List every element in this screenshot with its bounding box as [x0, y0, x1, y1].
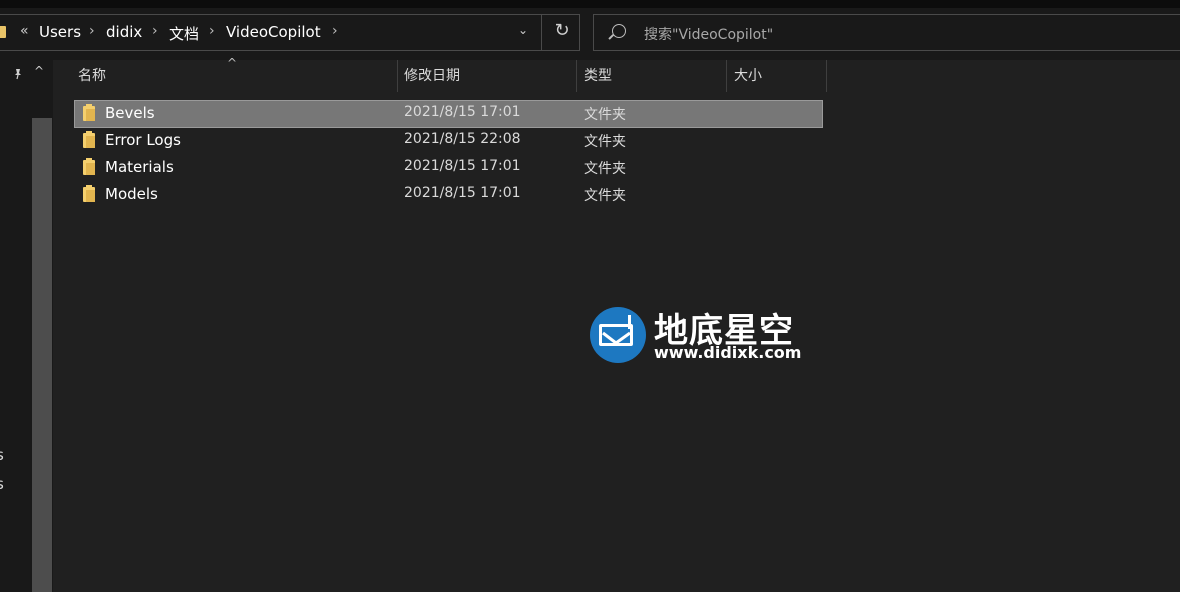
folder-icon [83, 158, 95, 175]
address-bar[interactable]: « Users › didix › 文档 › VideoCopilot › ⌄ … [0, 14, 580, 51]
search-icon [612, 24, 626, 38]
watermark: 地底星空 www.didixk.com [590, 305, 810, 365]
pin-icon[interactable] [12, 68, 24, 83]
file-row-bevels[interactable]: Bevels 2021/8/15 17:01 文件夹 [74, 100, 823, 128]
search-input[interactable]: 搜索"VideoCopilot" [644, 24, 773, 44]
refresh-icon[interactable]: ↻ [550, 20, 574, 41]
folder-icon [0, 26, 6, 38]
column-size[interactable]: 大小 [727, 60, 827, 92]
nav-item-label[interactable]: s [0, 446, 4, 464]
file-name: Bevels [105, 104, 155, 122]
file-name: Materials [105, 158, 174, 176]
file-row-materials[interactable]: Materials 2021/8/15 17:01 文件夹 [75, 155, 822, 181]
breadcrumb-item-videocopilot[interactable]: VideoCopilot [226, 23, 321, 41]
overflow-icon[interactable]: « [20, 23, 29, 39]
file-type: 文件夹 [584, 107, 626, 123]
chevron-down-icon[interactable]: ⌄ [513, 23, 533, 37]
file-date: 2021/8/15 17:01 [404, 158, 521, 174]
chevron-right-icon[interactable]: › [152, 23, 158, 39]
folder-icon [83, 104, 95, 121]
column-date[interactable]: 修改日期 [397, 60, 577, 92]
chevron-right-icon[interactable]: › [209, 23, 215, 39]
watermark-url: www.didixk.com [654, 343, 802, 362]
scrollbar[interactable] [32, 118, 52, 592]
search-box[interactable]: 搜索"VideoCopilot" [593, 14, 1180, 51]
breadcrumb-item-documents[interactable]: 文档 [169, 23, 199, 44]
folder-icon [83, 185, 95, 202]
column-divider[interactable] [826, 60, 827, 92]
chevron-right-icon[interactable]: › [89, 23, 95, 39]
breadcrumb-item-didix[interactable]: didix [106, 23, 142, 41]
chevron-right-icon[interactable]: › [332, 23, 338, 39]
breadcrumb-item-users[interactable]: Users [39, 23, 81, 41]
file-name: Error Logs [105, 131, 181, 149]
scroll-up-icon[interactable]: ^ [34, 64, 44, 78]
file-type: 文件夹 [584, 161, 626, 177]
file-date: 2021/8/15 17:01 [404, 104, 521, 120]
file-type: 文件夹 [584, 188, 626, 204]
folder-icon [83, 131, 95, 148]
column-name[interactable]: 名称 [71, 60, 397, 92]
file-name: Models [105, 185, 158, 203]
title-strip [0, 0, 1180, 8]
file-date: 2021/8/15 22:08 [404, 131, 521, 147]
column-header: ^ 名称 修改日期 类型 大小 [53, 56, 833, 92]
watermark-logo-icon [590, 307, 646, 363]
nav-item-label[interactable]: s [0, 475, 4, 493]
column-type[interactable]: 类型 [577, 60, 727, 92]
navigation-pane: ^ s s [0, 60, 52, 592]
file-row-models[interactable]: Models 2021/8/15 17:01 文件夹 [75, 182, 822, 208]
file-type: 文件夹 [584, 134, 626, 150]
address-divider [541, 15, 542, 50]
file-row-error-logs[interactable]: Error Logs 2021/8/15 22:08 文件夹 [75, 128, 822, 154]
file-date: 2021/8/15 17:01 [404, 185, 521, 201]
